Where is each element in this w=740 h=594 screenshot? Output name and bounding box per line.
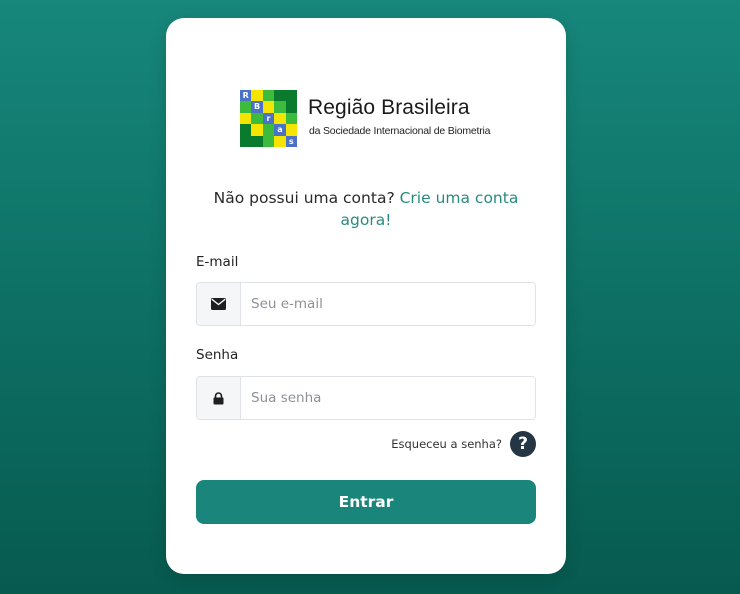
email-input-group bbox=[196, 282, 536, 326]
logo-letter-b: B bbox=[251, 101, 263, 113]
question-circle-icon[interactable]: ? bbox=[510, 431, 536, 457]
envelope-icon bbox=[197, 283, 241, 325]
login-card: R B r a s Região Brasileira da Sociedade… bbox=[166, 18, 566, 574]
logo-letter-r2: r bbox=[262, 112, 275, 125]
login-button[interactable]: Entrar bbox=[196, 480, 536, 524]
lock-icon bbox=[197, 377, 241, 419]
email-field[interactable] bbox=[241, 283, 535, 325]
forgot-password-row: Esqueceu a senha? ? bbox=[391, 431, 536, 457]
forgot-password-link[interactable]: Esqueceu a senha? bbox=[391, 437, 502, 451]
signup-prompt-text: Não possui uma conta? bbox=[213, 189, 395, 207]
logo-letter-r1: R bbox=[240, 90, 252, 102]
password-field[interactable] bbox=[241, 377, 535, 419]
brand-subtitle: da Sociedade Internacional de Biometria bbox=[309, 125, 491, 137]
logo-mosaic: R B r a s bbox=[240, 90, 297, 147]
logo-letter-a: a bbox=[274, 124, 286, 136]
brand-title: Região Brasileira bbox=[308, 96, 470, 119]
signup-prompt: Não possui uma conta? Crie uma conta ago… bbox=[196, 187, 536, 231]
brand-logo: R B r a s Região Brasileira da Sociedade… bbox=[240, 90, 496, 148]
password-input-group bbox=[196, 376, 536, 420]
email-label: E-mail bbox=[196, 254, 239, 270]
password-label: Senha bbox=[196, 347, 239, 363]
logo-letter-s: s bbox=[285, 135, 297, 147]
